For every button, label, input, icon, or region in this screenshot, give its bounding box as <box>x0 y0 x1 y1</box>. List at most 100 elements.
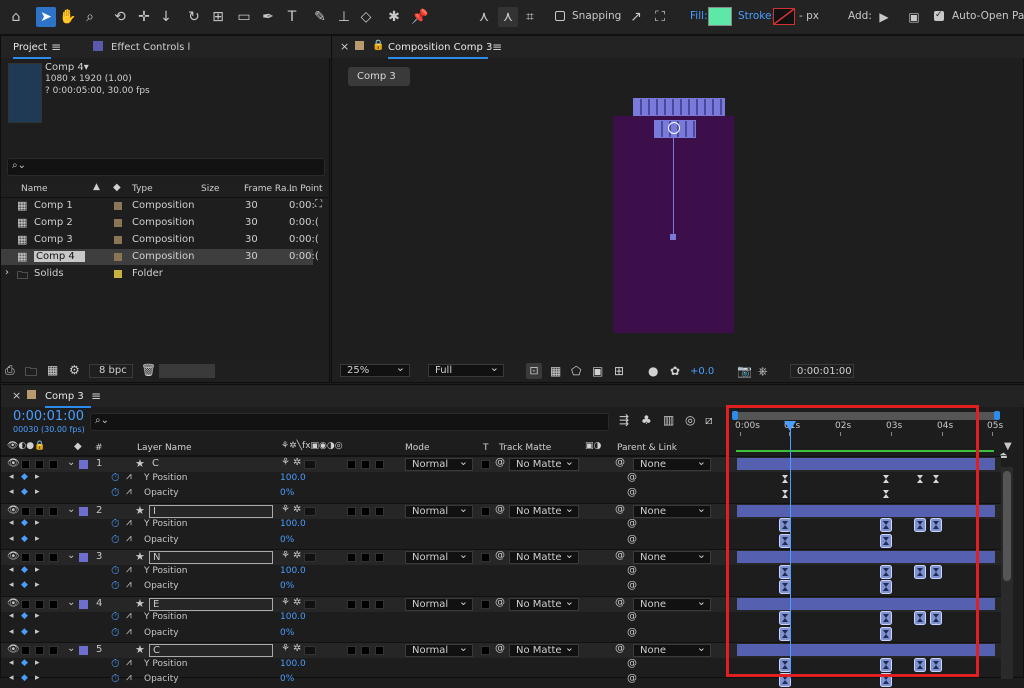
bpc-button[interactable]: 8 bpc <box>99 365 127 376</box>
snapping-checkbox[interactable] <box>555 11 565 21</box>
collapse-switch-icon[interactable]: ✲ <box>293 457 301 468</box>
hand-tool-icon[interactable]: ✋ <box>58 7 78 27</box>
rotation-tool-icon[interactable]: ↻ <box>184 7 204 27</box>
graph-icon[interactable]: ⩘ <box>126 579 132 590</box>
new-folder-icon[interactable]: 🗀 <box>25 363 37 384</box>
graph-icon[interactable]: ⩘ <box>126 626 132 637</box>
layer-label-swatch[interactable] <box>79 599 88 609</box>
property-value[interactable]: 0% <box>280 535 294 545</box>
track-matte-dropdown[interactable]: No Matte <box>509 596 579 611</box>
layer-label-swatch[interactable] <box>79 553 88 562</box>
parent-dropdown[interactable]: None <box>633 642 711 657</box>
pen-tool-icon[interactable]: ✒ <box>258 7 278 27</box>
expression-pickwhip-icon[interactable]: @ <box>627 611 637 622</box>
project-item-name[interactable]: Comp 4 <box>34 251 85 262</box>
timeline-search-input[interactable]: ⌕⌄ <box>90 413 609 431</box>
parent-pickwhip-icon[interactable]: @ <box>615 597 625 608</box>
comp-marker-bin-icon[interactable]: ▼ <box>1004 441 1014 452</box>
layer-name-field[interactable]: I <box>149 504 273 518</box>
next-keyframe-icon[interactable]: ▸ <box>35 580 40 590</box>
visibility-eye-icon[interactable]: 👁 <box>7 458 20 469</box>
prev-keyframe-icon[interactable]: ◂ <box>9 580 14 590</box>
channel-icon[interactable]: ● <box>648 364 658 378</box>
property-value[interactable]: 100.0 <box>280 612 306 622</box>
shy-layers-icon[interactable]: ▥ <box>663 413 674 427</box>
matte-pickwhip-icon[interactable]: @ <box>495 597 505 608</box>
prev-keyframe-icon[interactable]: ◂ <box>9 673 14 683</box>
keyframe-toggle-icon[interactable]: ◆ <box>21 627 28 637</box>
graph-icon[interactable]: ⩘ <box>126 471 132 482</box>
layer-name-field[interactable]: N <box>149 551 273 564</box>
prev-keyframe-icon[interactable]: ◂ <box>9 611 14 621</box>
expression-pickwhip-icon[interactable]: @ <box>627 673 637 684</box>
collapse-switch-icon[interactable]: ✲ <box>293 504 301 515</box>
blend-mode-dropdown[interactable]: Normal <box>405 596 473 611</box>
keyframe-toggle-icon[interactable]: ◆ <box>21 518 28 528</box>
project-item[interactable]: ▦ Comp 3 Composition 30 0:00:( <box>1 232 319 248</box>
comp-mini-flowchart-icon[interactable]: ⇶ <box>619 413 629 427</box>
property-value[interactable]: 0% <box>280 674 294 684</box>
expand-arrow-icon[interactable]: › <box>5 267 9 278</box>
property-value[interactable]: 100.0 <box>280 519 306 529</box>
tab-composition[interactable]: Composition Comp 3 <box>388 42 492 53</box>
column-in-point[interactable]: In Point <box>289 184 323 194</box>
parent-dropdown[interactable]: None <box>633 549 711 564</box>
expression-pickwhip-icon[interactable]: @ <box>627 658 637 669</box>
stopwatch-icon[interactable]: ⏱ <box>111 626 120 640</box>
selection-tool-icon[interactable]: ➤ <box>36 7 56 27</box>
graph-icon[interactable]: ⩘ <box>126 533 132 544</box>
graph-icon[interactable]: ⩘ <box>126 564 132 575</box>
orbit-camera-icon[interactable]: ⟲ <box>110 7 130 27</box>
property-value[interactable]: 100.0 <box>280 566 306 576</box>
transparency-grid-icon[interactable]: ▦ <box>550 364 561 378</box>
draft-3d-icon[interactable]: ♣ <box>641 413 652 427</box>
stopwatch-icon[interactable]: ⏱ <box>111 657 120 671</box>
snap-feature-icon[interactable]: ⛶ <box>650 7 670 27</box>
next-keyframe-icon[interactable]: ▸ <box>35 627 40 637</box>
matte-pickwhip-icon[interactable]: @ <box>495 504 505 515</box>
anchor-point-icon[interactable] <box>668 122 680 134</box>
graph-icon[interactable]: ⩘ <box>126 486 132 497</box>
blend-mode-dropdown[interactable]: Normal <box>405 456 473 471</box>
collapse-switch-icon[interactable]: ✲ <box>293 597 301 608</box>
visibility-eye-icon[interactable]: 👁 <box>7 505 20 516</box>
shy-switch-icon[interactable]: ⚘ <box>281 597 290 608</box>
label-color-swatch[interactable] <box>114 202 122 210</box>
panel-icon[interactable]: ▣ <box>904 7 924 27</box>
tab-timeline[interactable]: Comp 3 <box>45 391 84 402</box>
expression-pickwhip-icon[interactable]: @ <box>627 565 637 576</box>
track-matte-dropdown[interactable]: No Matte <box>509 456 579 471</box>
project-item[interactable]: ▦ Comp 1 Composition 30 0:00: ⛶ <box>1 198 322 214</box>
prev-keyframe-icon[interactable]: ◂ <box>9 472 14 482</box>
dolly-camera-icon[interactable]: ↓ <box>156 7 176 27</box>
visibility-eye-icon[interactable]: 👁 <box>7 644 20 655</box>
blend-mode-dropdown[interactable]: Normal <box>405 503 473 518</box>
tab-project[interactable]: Project <box>13 42 47 53</box>
trash-icon[interactable]: 🗑 <box>141 363 156 377</box>
panel-menu-icon[interactable]: ≡ <box>51 40 61 54</box>
settings-icon[interactable]: ⚙ <box>69 363 80 377</box>
mode-header[interactable]: Mode <box>405 443 430 453</box>
collapse-arrow-icon[interactable]: ⌄ <box>67 597 75 608</box>
prev-keyframe-icon[interactable]: ◂ <box>9 565 14 575</box>
exposure-value[interactable]: +0.0 <box>690 366 714 377</box>
project-item[interactable]: › 🗀 Solids Folder <box>1 266 313 282</box>
color-management-icon[interactable]: ✿ <box>670 364 680 378</box>
prev-keyframe-icon[interactable]: ◂ <box>9 534 14 544</box>
next-keyframe-icon[interactable]: ▸ <box>35 518 40 528</box>
mask-visibility-icon[interactable]: ⬠ <box>571 364 581 378</box>
project-item[interactable]: ▦ Comp 2 Composition 30 0:00:( <box>1 215 319 231</box>
close-tab-icon[interactable]: × <box>340 40 349 53</box>
navigator-end-handle[interactable] <box>994 411 1000 420</box>
flowchart-icon[interactable]: ⛶ <box>315 199 322 210</box>
rectangle-tool-icon[interactable]: ▭ <box>234 7 254 27</box>
pan-camera-icon[interactable]: ✛ <box>134 7 154 27</box>
project-search-input[interactable]: ⌕⌄ <box>7 158 325 176</box>
collapse-arrow-icon[interactable]: ⌄ <box>67 550 75 561</box>
resolution-dropdown[interactable]: Full <box>428 362 504 377</box>
property-value[interactable]: 0% <box>280 581 294 591</box>
text-layer-bounds[interactable] <box>633 98 725 116</box>
keyframe-toggle-icon[interactable]: ◆ <box>21 673 28 683</box>
keyframe-toggle-icon[interactable]: ◆ <box>21 611 28 621</box>
next-keyframe-icon[interactable]: ▸ <box>35 565 40 575</box>
